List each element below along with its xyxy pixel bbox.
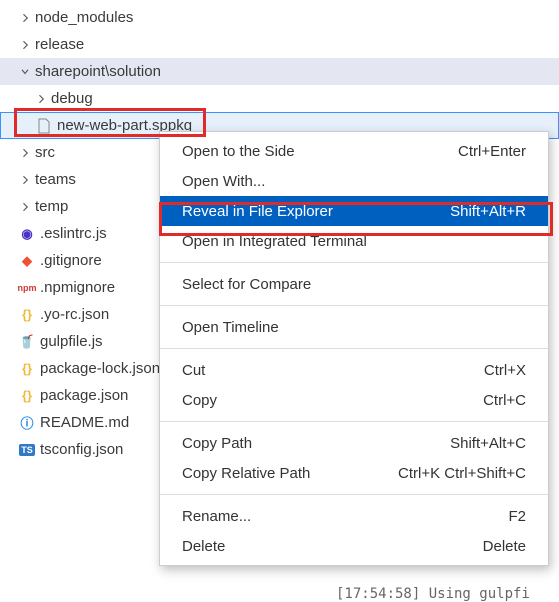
folder-item[interactable]: node_modules [0,4,559,31]
context-menu-label: Reveal in File Explorer [182,203,333,220]
context-menu-shortcut: Shift+Alt+R [450,203,526,220]
context-menu-label: Rename... [182,508,251,525]
context-menu-separator [160,348,548,349]
file-icon [35,117,53,135]
context-menu-item[interactable]: Copy Ctrl+C [160,385,548,415]
context-menu-item[interactable]: Open With... [160,166,548,196]
chevron-right-icon [18,173,32,187]
tree-item-label: src [35,144,55,161]
npm-icon: npm [18,279,36,297]
context-menu-item[interactable]: Cut Ctrl+X [160,355,548,385]
tree-item-label: package-lock.json [40,360,160,377]
context-menu-label: Select for Compare [182,276,311,293]
ts-icon: TS [18,441,36,459]
tree-item-label: .yo-rc.json [40,306,109,323]
context-menu-label: Cut [182,362,205,379]
tree-item-label: teams [35,171,76,188]
tree-item-label: gulpfile.js [40,333,103,350]
context-menu-shortcut: Ctrl+Enter [458,143,526,160]
tree-item-label: tsconfig.json [40,441,123,458]
context-menu-shortcut: Ctrl+K Ctrl+Shift+C [398,465,526,482]
context-menu-item[interactable]: Select for Compare [160,269,548,299]
info-icon: ⓘ [18,414,36,432]
context-menu: Open to the Side Ctrl+Enter Open With... Re… [159,131,549,566]
context-menu-label: Copy [182,392,217,409]
eslint-icon: ◉ [18,225,36,243]
context-menu-label: Open in Integrated Terminal [182,233,367,250]
context-menu-label: Open to the Side [182,143,295,160]
context-menu-item[interactable]: Open to the Side Ctrl+Enter [160,136,548,166]
tree-item-label: .gitignore [40,252,102,269]
tree-item-label: sharepoint\solution [35,63,161,80]
context-menu-item[interactable]: Copy Path Shift+Alt+C [160,428,548,458]
tree-item-label: README.md [40,414,129,431]
chevron-down-icon [18,65,32,79]
context-menu-item[interactable]: Delete Delete [160,531,548,561]
context-menu-shortcut: Ctrl+C [483,392,526,409]
context-menu-label: Open Timeline [182,319,279,336]
chevron-right-icon [18,11,32,25]
json-icon: {} [18,387,36,405]
json-icon: {} [18,306,36,324]
context-menu-shortcut: Delete [483,538,526,555]
context-menu-shortcut: Shift+Alt+C [450,435,526,452]
folder-item[interactable]: debug [0,85,559,112]
context-menu-separator [160,494,548,495]
context-menu-label: Copy Path [182,435,252,452]
chevron-right-icon [18,200,32,214]
tree-item-label: node_modules [35,9,133,26]
git-icon: ◆ [18,252,36,270]
folder-item[interactable]: release [0,31,559,58]
terminal-output: [17:54:58] Using gulpfi [336,586,530,602]
context-menu-shortcut: Ctrl+X [484,362,526,379]
tree-item-label: .eslintrc.js [40,225,107,242]
json-icon: {} [18,360,36,378]
context-menu-item[interactable]: Reveal in File Explorer Shift+Alt+R [160,196,548,226]
folder-item[interactable]: sharepoint\solution [0,58,559,85]
context-menu-item[interactable]: Copy Relative Path Ctrl+K Ctrl+Shift+C [160,458,548,488]
context-menu-item[interactable]: Open in Integrated Terminal [160,226,548,256]
context-menu-separator [160,305,548,306]
tree-item-label: package.json [40,387,128,404]
context-menu-label: Delete [182,538,225,555]
chevron-right-icon [18,146,32,160]
context-menu-shortcut: F2 [508,508,526,525]
context-menu-separator [160,262,548,263]
chevron-right-icon [34,92,48,106]
context-menu-label: Copy Relative Path [182,465,310,482]
context-menu-item[interactable]: Rename... F2 [160,501,548,531]
gulp-icon: 🥤 [18,333,36,351]
tree-item-label: .npmignore [40,279,115,296]
tree-item-label: release [35,36,84,53]
tree-item-label: debug [51,90,93,107]
chevron-right-icon [18,38,32,52]
tree-item-label: temp [35,198,68,215]
context-menu-label: Open With... [182,173,265,190]
context-menu-separator [160,421,548,422]
context-menu-item[interactable]: Open Timeline [160,312,548,342]
